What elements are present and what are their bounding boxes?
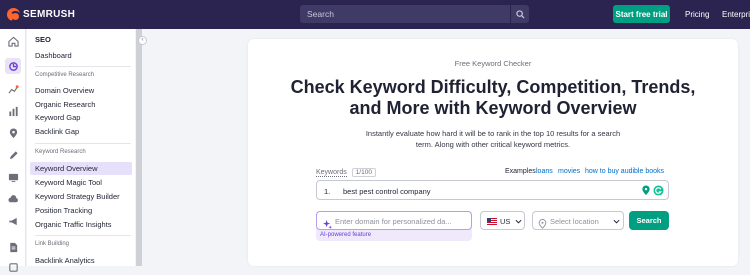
- keyword-checker-card: Free Keyword Checker Check Keyword Diffi…: [248, 39, 738, 266]
- sidebar-section-link-building: Link Building: [35, 241, 70, 247]
- pricing-link[interactable]: Pricing: [685, 10, 709, 19]
- report-icon[interactable]: [5, 239, 21, 255]
- cloud-icon[interactable]: [5, 191, 21, 207]
- location-pin-icon: [538, 216, 547, 234]
- domain-input-placeholder: Enter domain for personalized da...: [335, 217, 452, 226]
- sidebar-item-backlink-gap[interactable]: Backlink Gap: [30, 125, 132, 138]
- megaphone-icon[interactable]: [5, 213, 21, 229]
- location-select[interactable]: Select location: [532, 211, 624, 230]
- sidebar-divider: [35, 143, 131, 144]
- sidebar-divider: [35, 66, 131, 67]
- keyword-input[interactable]: 1. best pest control company: [316, 180, 669, 200]
- sidebar-item-keyword-overview[interactable]: Keyword Overview: [30, 162, 132, 175]
- start-free-trial-button[interactable]: Start free trial: [613, 5, 670, 23]
- chart-icon[interactable]: [5, 103, 21, 119]
- global-search-input[interactable]: Search: [300, 9, 510, 19]
- search-icon[interactable]: [510, 5, 529, 23]
- sidebar-item-keyword-gap[interactable]: Keyword Gap: [30, 111, 132, 124]
- enterprise-link[interactable]: Enterprise: [722, 10, 750, 19]
- sidebar-scrollbar[interactable]: [136, 29, 142, 266]
- search-button[interactable]: Search: [629, 211, 669, 230]
- page-title-line-1: Check Keyword Difficulty, Competition, T…: [290, 77, 696, 97]
- keyword-line-number: 1.: [324, 187, 331, 196]
- sidebar-section-keyword-research: Keyword Research: [35, 149, 86, 155]
- sidebar-item-position-tracking[interactable]: Position Tracking: [30, 204, 132, 217]
- monitor-icon[interactable]: [5, 169, 21, 185]
- traffic-icon[interactable]: [5, 81, 21, 97]
- eyebrow-text: Free Keyword Checker: [454, 59, 532, 68]
- more-icon[interactable]: [5, 259, 21, 275]
- sidebar-divider: [35, 235, 131, 236]
- sidebar: SEO Dashboard Competitive Research Domai…: [27, 29, 135, 266]
- example-link-movies[interactable]: movies: [558, 168, 580, 175]
- sidebar-item-domain-overview[interactable]: Domain Overview: [30, 84, 132, 97]
- examples-label: Examples:: [505, 168, 538, 175]
- page-title-line-2: and More with Keyword Overview: [349, 98, 637, 118]
- domain-personalization: Enter domain for personalized da... AI-p…: [316, 211, 472, 241]
- sidebar-item-backlink-analytics[interactable]: Backlink Analytics: [30, 254, 132, 267]
- grammar-assistant-icon[interactable]: [653, 185, 664, 196]
- chevron-down-icon: [515, 219, 522, 224]
- sidebar-item-keyword-strategy-builder[interactable]: Keyword Strategy Builder: [30, 190, 132, 203]
- country-code: US: [500, 217, 511, 226]
- icon-rail: [0, 29, 26, 272]
- location-pin-icon[interactable]: [641, 185, 651, 196]
- domain-input[interactable]: Enter domain for personalized da...: [316, 211, 472, 230]
- example-link-loans[interactable]: loans: [536, 168, 553, 175]
- sidebar-item-keyword-magic-tool[interactable]: Keyword Magic Tool: [30, 176, 132, 189]
- sidebar-item-dashboard[interactable]: Dashboard: [30, 49, 132, 62]
- seo-icon[interactable]: [5, 58, 21, 74]
- semrush-logo[interactable]: SEMRUSH: [7, 8, 76, 22]
- sidebar-item-organic-traffic-insights[interactable]: Organic Traffic Insights: [30, 218, 132, 231]
- keywords-count-badge: 1/100: [351, 168, 376, 177]
- collapse-sidebar-icon[interactable]: ‹: [138, 36, 147, 45]
- keywords-label: Keywords 1/100: [316, 168, 376, 177]
- home-icon[interactable]: [5, 33, 21, 49]
- semrush-logo-mark: [7, 8, 21, 22]
- pen-icon[interactable]: [5, 147, 21, 163]
- sidebar-section-competitive-research: Competitive Research: [35, 72, 95, 78]
- location-pin-icon[interactable]: [5, 125, 21, 141]
- top-bar: SEMRUSH Search Start free trial Pricing …: [0, 0, 750, 29]
- keyword-input-value[interactable]: best pest control company: [343, 187, 431, 196]
- keywords-label-text: Keywords: [316, 169, 347, 177]
- sidebar-item-organic-research[interactable]: Organic Research: [30, 98, 132, 111]
- chevron-down-icon: [613, 219, 620, 224]
- global-search[interactable]: Search: [300, 5, 529, 23]
- country-select[interactable]: US: [480, 211, 525, 230]
- example-link-audible-books[interactable]: how to buy audible books: [585, 168, 664, 175]
- logo-text: SEMRUSH: [23, 9, 76, 20]
- location-placeholder: Select location: [550, 217, 599, 226]
- page-description: Instantly evaluate how hard it will be t…: [365, 129, 621, 149]
- page-title: Check Keyword Difficulty, Competition, T…: [248, 77, 738, 119]
- us-flag-icon: [487, 218, 497, 225]
- ai-powered-note: AI-powered feature: [320, 232, 372, 238]
- keyword-input-icons: [641, 185, 664, 196]
- sidebar-title: SEO: [35, 35, 51, 44]
